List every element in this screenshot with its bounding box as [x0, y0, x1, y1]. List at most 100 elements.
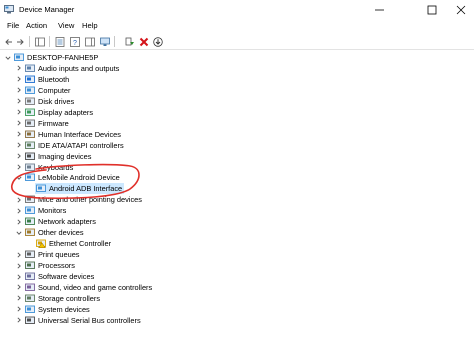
menu-action[interactable]: Action — [26, 21, 47, 30]
tree-item-label: Firmware — [38, 118, 69, 128]
chevron-right-icon[interactable] — [16, 131, 22, 137]
camera-icon — [25, 152, 35, 161]
hid-icon — [25, 130, 35, 139]
system-device-icon — [25, 305, 35, 314]
maximize-button[interactable] — [418, 0, 445, 19]
chevron-right-icon[interactable] — [16, 153, 22, 159]
tree-item-sound-video-and-game-controllers[interactable]: Sound, video and game controllers — [24, 282, 154, 293]
close-button[interactable] — [447, 0, 474, 19]
tree-item-label: Display adapters — [38, 107, 94, 117]
display-button[interactable] — [99, 36, 110, 47]
tree-item-ethernet-controller[interactable]: Ethernet Controller — [35, 238, 113, 249]
chevron-right-icon[interactable] — [16, 142, 22, 148]
tree-item-network-adapters[interactable]: Network adapters — [24, 216, 98, 227]
tree-item-firmware[interactable]: Firmware — [24, 118, 71, 129]
toolbar-separator — [114, 36, 115, 47]
tree-item-disk-drives[interactable]: Disk drives — [24, 96, 76, 107]
chevron-right-icon[interactable] — [16, 87, 22, 93]
tree-item-label: Audio inputs and outputs — [38, 63, 120, 73]
tree-item-display-adapters[interactable]: Display adapters — [24, 107, 95, 118]
tree-item-software-devices[interactable]: Software devices — [24, 271, 96, 282]
action-pane-icon — [84, 37, 95, 46]
chevron-right-icon[interactable] — [16, 219, 22, 225]
toolbar-separator — [29, 36, 30, 47]
minimize-button[interactable] — [366, 0, 393, 19]
chevron-right-icon[interactable] — [16, 65, 22, 71]
chevron-right-icon[interactable] — [16, 98, 22, 104]
tree-item-ide-ata-atapi-controllers[interactable]: IDE ATA/ATAPI controllers — [24, 140, 126, 151]
tree-item-system-devices[interactable]: System devices — [24, 304, 92, 315]
tree-item-label: IDE ATA/ATAPI controllers — [38, 140, 124, 150]
tree-item-bluetooth[interactable]: Bluetooth — [24, 74, 71, 85]
chevron-right-icon[interactable] — [16, 306, 22, 312]
chevron-right-icon[interactable] — [16, 273, 22, 280]
chevron-down-icon[interactable] — [16, 175, 22, 181]
download-icon — [152, 36, 163, 47]
sound-icon — [25, 283, 35, 292]
update-driver-button[interactable] — [152, 36, 163, 47]
menu-help[interactable]: Help — [82, 21, 98, 30]
svg-text:?: ? — [73, 40, 77, 47]
chevron-down-icon[interactable] — [16, 230, 22, 236]
tree-item-label: Ethernet Controller — [49, 239, 112, 249]
computer-icon — [25, 86, 35, 95]
menu-file[interactable]: File — [7, 21, 19, 30]
toolbar: ? — [0, 33, 474, 50]
tree-item-label: Bluetooth — [38, 74, 70, 84]
tree-item-label: Network adapters — [38, 217, 96, 227]
chevron-right-icon[interactable] — [16, 197, 22, 203]
maximize-icon — [427, 5, 436, 14]
tree-item-audio-inputs-and-outputs[interactable]: Audio inputs and outputs — [24, 63, 121, 74]
tree-item-other-devices[interactable]: Other devices — [24, 227, 86, 238]
chevron-right-icon[interactable] — [16, 208, 22, 214]
chevron-right-icon[interactable] — [16, 284, 22, 290]
console-tree-button[interactable] — [34, 36, 45, 47]
tree-item-print-queues[interactable]: Print queues — [24, 249, 82, 260]
tree-item-label: LeMobile Android Device — [38, 173, 120, 183]
tree-root[interactable]: DESKTOP-FANHE5P — [13, 52, 100, 63]
properties-button[interactable] — [54, 36, 65, 47]
chevron-right-icon[interactable] — [16, 109, 22, 115]
root-computer-icon — [14, 53, 24, 62]
toolbar-separator — [49, 36, 50, 47]
monitor-icon — [99, 37, 110, 46]
chevron-right-icon[interactable] — [16, 263, 22, 269]
chevron-right-icon[interactable] — [16, 317, 22, 323]
tree-item-universal-serial-bus-controllers[interactable]: Universal Serial Bus controllers — [24, 315, 143, 326]
menu-view[interactable]: View — [58, 21, 74, 30]
help-button[interactable]: ? — [69, 36, 80, 47]
network-adapter-icon — [25, 217, 35, 226]
tree-item-android-adb-interface[interactable]: Android ADB Interface — [35, 183, 125, 195]
tree-item-lemobile-android-device[interactable]: LeMobile Android Device — [24, 172, 122, 183]
tree-item-processors[interactable]: Processors — [24, 260, 77, 271]
tree-item-mice-and-other-pointing-devices[interactable]: Mice and other pointing devices — [24, 194, 144, 205]
tree-item-keyboards[interactable]: Keyboards — [24, 162, 75, 173]
scan-hardware-button[interactable] — [124, 36, 135, 47]
back-button[interactable] — [3, 36, 14, 47]
uninstall-device-button[interactable] — [138, 36, 149, 47]
device-tree: DESKTOP-FANHE5P Audio inputs and outputs B… — [0, 51, 474, 348]
forward-button[interactable] — [14, 36, 25, 47]
action-pane-button[interactable] — [84, 36, 95, 47]
chevron-right-icon[interactable] — [16, 164, 22, 170]
bluetooth-icon — [25, 75, 35, 84]
tree-item-label: Android ADB Interface — [49, 184, 123, 194]
usb-icon — [25, 316, 35, 325]
tree-item-label: Print queues — [38, 250, 80, 260]
chevron-down-icon[interactable] — [5, 55, 11, 61]
monitor-icon — [25, 206, 35, 215]
tree-item-monitors[interactable]: Monitors — [24, 205, 68, 216]
tree-item-storage-controllers[interactable]: Storage controllers — [24, 293, 102, 304]
tree-item-computer[interactable]: Computer — [24, 85, 72, 96]
chevron-right-icon[interactable] — [16, 295, 22, 301]
tree-item-human-interface-devices[interactable]: Human Interface Devices — [24, 129, 123, 140]
console-tree-icon — [34, 37, 45, 46]
tree-item-imaging-devices[interactable]: Imaging devices — [24, 151, 93, 162]
tree-item-label: Human Interface Devices — [38, 129, 121, 139]
chevron-right-icon[interactable] — [16, 76, 22, 82]
mouse-icon — [25, 195, 35, 204]
chevron-right-icon[interactable] — [16, 120, 22, 126]
tree-item-label: Imaging devices — [38, 151, 92, 161]
uninstall-x-icon — [139, 37, 148, 46]
chevron-right-icon[interactable] — [16, 252, 22, 258]
